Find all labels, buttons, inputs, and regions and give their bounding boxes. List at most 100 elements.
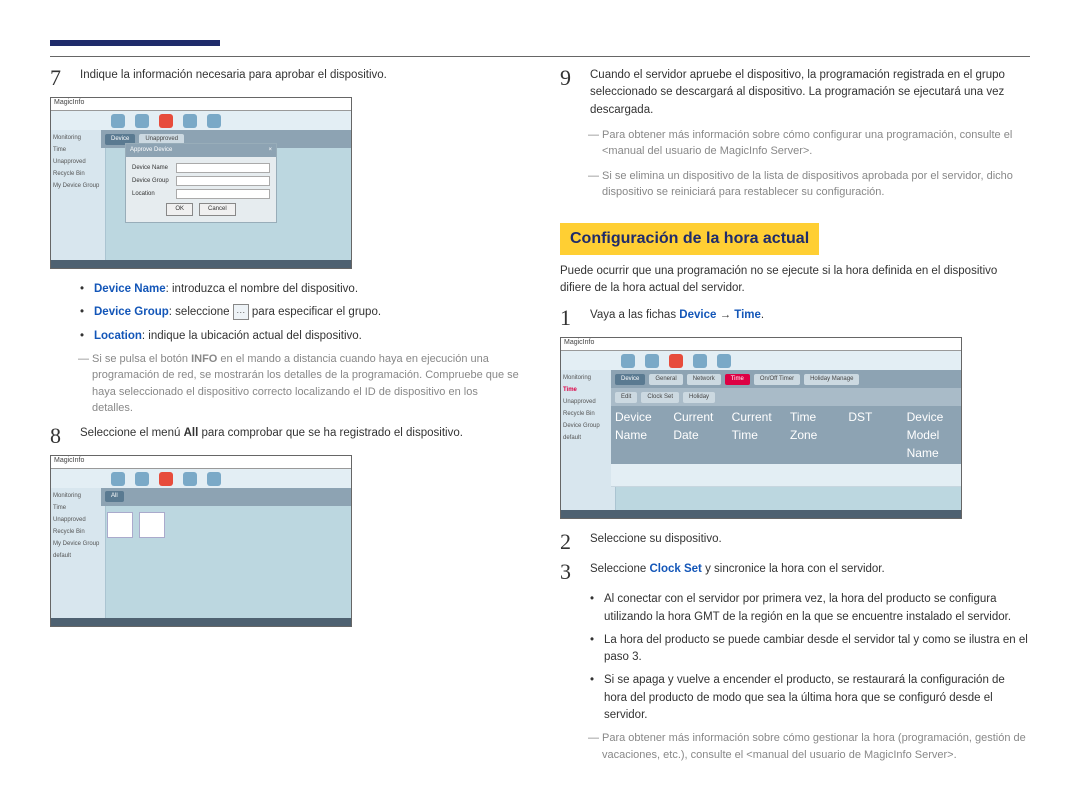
term: Device Group [94,306,169,318]
step-text: Cuando el servidor apruebe el dispositiv… [590,67,1030,119]
table-row [611,464,961,487]
ss-footer [561,510,961,518]
text: Vaya a las fichas [590,309,679,321]
ok-button: OK [166,203,193,216]
step7-bullets: Device Name: introduzca el nombre del di… [80,281,520,345]
ss-sidebar: Monitoring Time Unapproved Recycle Bin M… [51,488,106,626]
text: Seleccione el menú [80,427,184,439]
ss-footer [51,618,351,626]
ss-brand: MagicInfo [51,98,351,111]
sidebar-item: Recycle Bin [53,170,103,179]
screenshot-approve-dialog: MagicInfo Monitoring Time Unapproved Rec… [50,97,352,269]
holiday-button: Holiday [683,392,715,403]
setting-icon [207,114,221,128]
text: Seleccione [590,563,649,575]
sidebar-item: Device Group [563,422,613,431]
schedule-icon [645,354,659,368]
sidebar-item: Unapproved [563,398,613,407]
setting-icon [717,354,731,368]
text: . [761,309,764,321]
ss-brand: MagicInfo [51,456,351,469]
term: Device Name [94,283,166,295]
screenshot-time-tab: MagicInfo Monitoring Time Unapproved Rec… [560,337,962,519]
text: : seleccione [169,306,233,318]
tab: Device [615,374,645,385]
text: para especificar el grupo. [249,306,381,318]
step-number: 3 [560,561,578,583]
sidebar-item: Unapproved [53,158,103,167]
list-item: Device Name: introduzca el nombre del di… [80,281,520,298]
step-number: 9 [560,67,578,119]
section-title: Configuración de la hora actual [560,223,819,255]
sidebar-item: My Device Group [53,182,103,191]
text: Si se pulsa el botón [92,353,191,365]
cancel-button: Cancel [199,203,236,216]
note-b: Si se elimina un dispositivo de la lista… [590,168,1030,201]
arrow: → [716,309,734,321]
clockset-button: Clock Set [641,392,679,403]
field-label: Device Name [132,164,172,173]
step-2: 2 Seleccione su dispositivo. [560,531,1030,553]
ss-sidebar: Monitoring Time Unapproved Recycle Bin M… [51,130,106,268]
tab: Network [687,374,721,385]
ss-subbar: All [101,488,351,506]
sidebar-item: Recycle Bin [563,410,613,419]
term: Device [679,309,716,321]
setting-icon [207,472,221,486]
th: Device Name [611,406,669,464]
section-intro: Puede ocurrir que una programación no se… [560,263,1030,298]
content-icon [621,354,635,368]
screenshot-all-menu: MagicInfo Monitoring Time Unapproved Rec… [50,455,352,627]
bold: All [184,427,199,439]
list-item: Device Group: seleccione ⋯ para especifi… [80,304,520,321]
ss-buttons: Edit Clock Set Holiday [611,388,961,406]
ss-sidebar: Monitoring Time Unapproved Recycle Bin D… [561,370,616,518]
tab-time: Time [725,374,750,385]
ss-toolbar [51,111,351,131]
user-icon [693,354,707,368]
step-number: 2 [560,531,578,553]
tab: General [649,374,682,385]
sidebar-item: My Device Group [53,540,103,549]
group-picker-icon: ⋯ [233,304,249,320]
field-label: Location [132,190,172,199]
step-text: Seleccione el menú All para comprobar qu… [80,425,520,447]
note-time: Para obtener más información sobre cómo … [590,730,1030,763]
th: Device Model Name [903,406,961,464]
location-input [176,189,270,199]
list-item: Location: indique la ubicación actual de… [80,328,520,345]
th: Current Date [669,406,727,464]
left-column: 7 Indique la información necesaria para … [50,67,520,771]
device-tile [107,512,133,538]
sidebar-item: Recycle Bin [53,528,103,537]
step-number: 1 [560,307,578,329]
step-text: Indique la información necesaria para ap… [80,67,520,89]
accent-block [50,40,220,46]
bold: INFO [191,353,217,365]
step-number: 8 [50,425,68,447]
term: Clock Set [649,563,701,575]
close-icon: × [268,146,272,155]
th: Time Zone [786,406,844,464]
step-7: 7 Indique la información necesaria para … [50,67,520,89]
step3-bullets: Al conectar con el servidor por primera … [590,591,1030,724]
note-info: Si se pulsa el botón INFO en el mando a … [80,351,520,417]
device-icon [669,354,683,368]
top-rule [50,56,1030,57]
right-column: 9 Cuando el servidor apruebe el disposit… [560,67,1030,771]
content-icon [111,472,125,486]
sidebar-item: default [53,552,103,561]
term: Time [734,309,761,321]
sidebar-item: default [563,434,613,443]
table-head: Device Name Current Date Current Time Ti… [611,406,961,464]
ss-tabs: Device General Network Time On/Off Timer… [611,370,961,388]
text: para comprobar que se ha registrado el d… [198,427,463,439]
device-icon [159,472,173,486]
subbar-pill: All [105,491,124,502]
sidebar-item: Unapproved [53,516,103,525]
sidebar-item: Time [53,146,103,155]
sidebar-item: Monitoring [53,492,103,501]
device-tile [139,512,165,538]
schedule-icon [135,472,149,486]
sidebar-item: Monitoring [53,134,103,143]
